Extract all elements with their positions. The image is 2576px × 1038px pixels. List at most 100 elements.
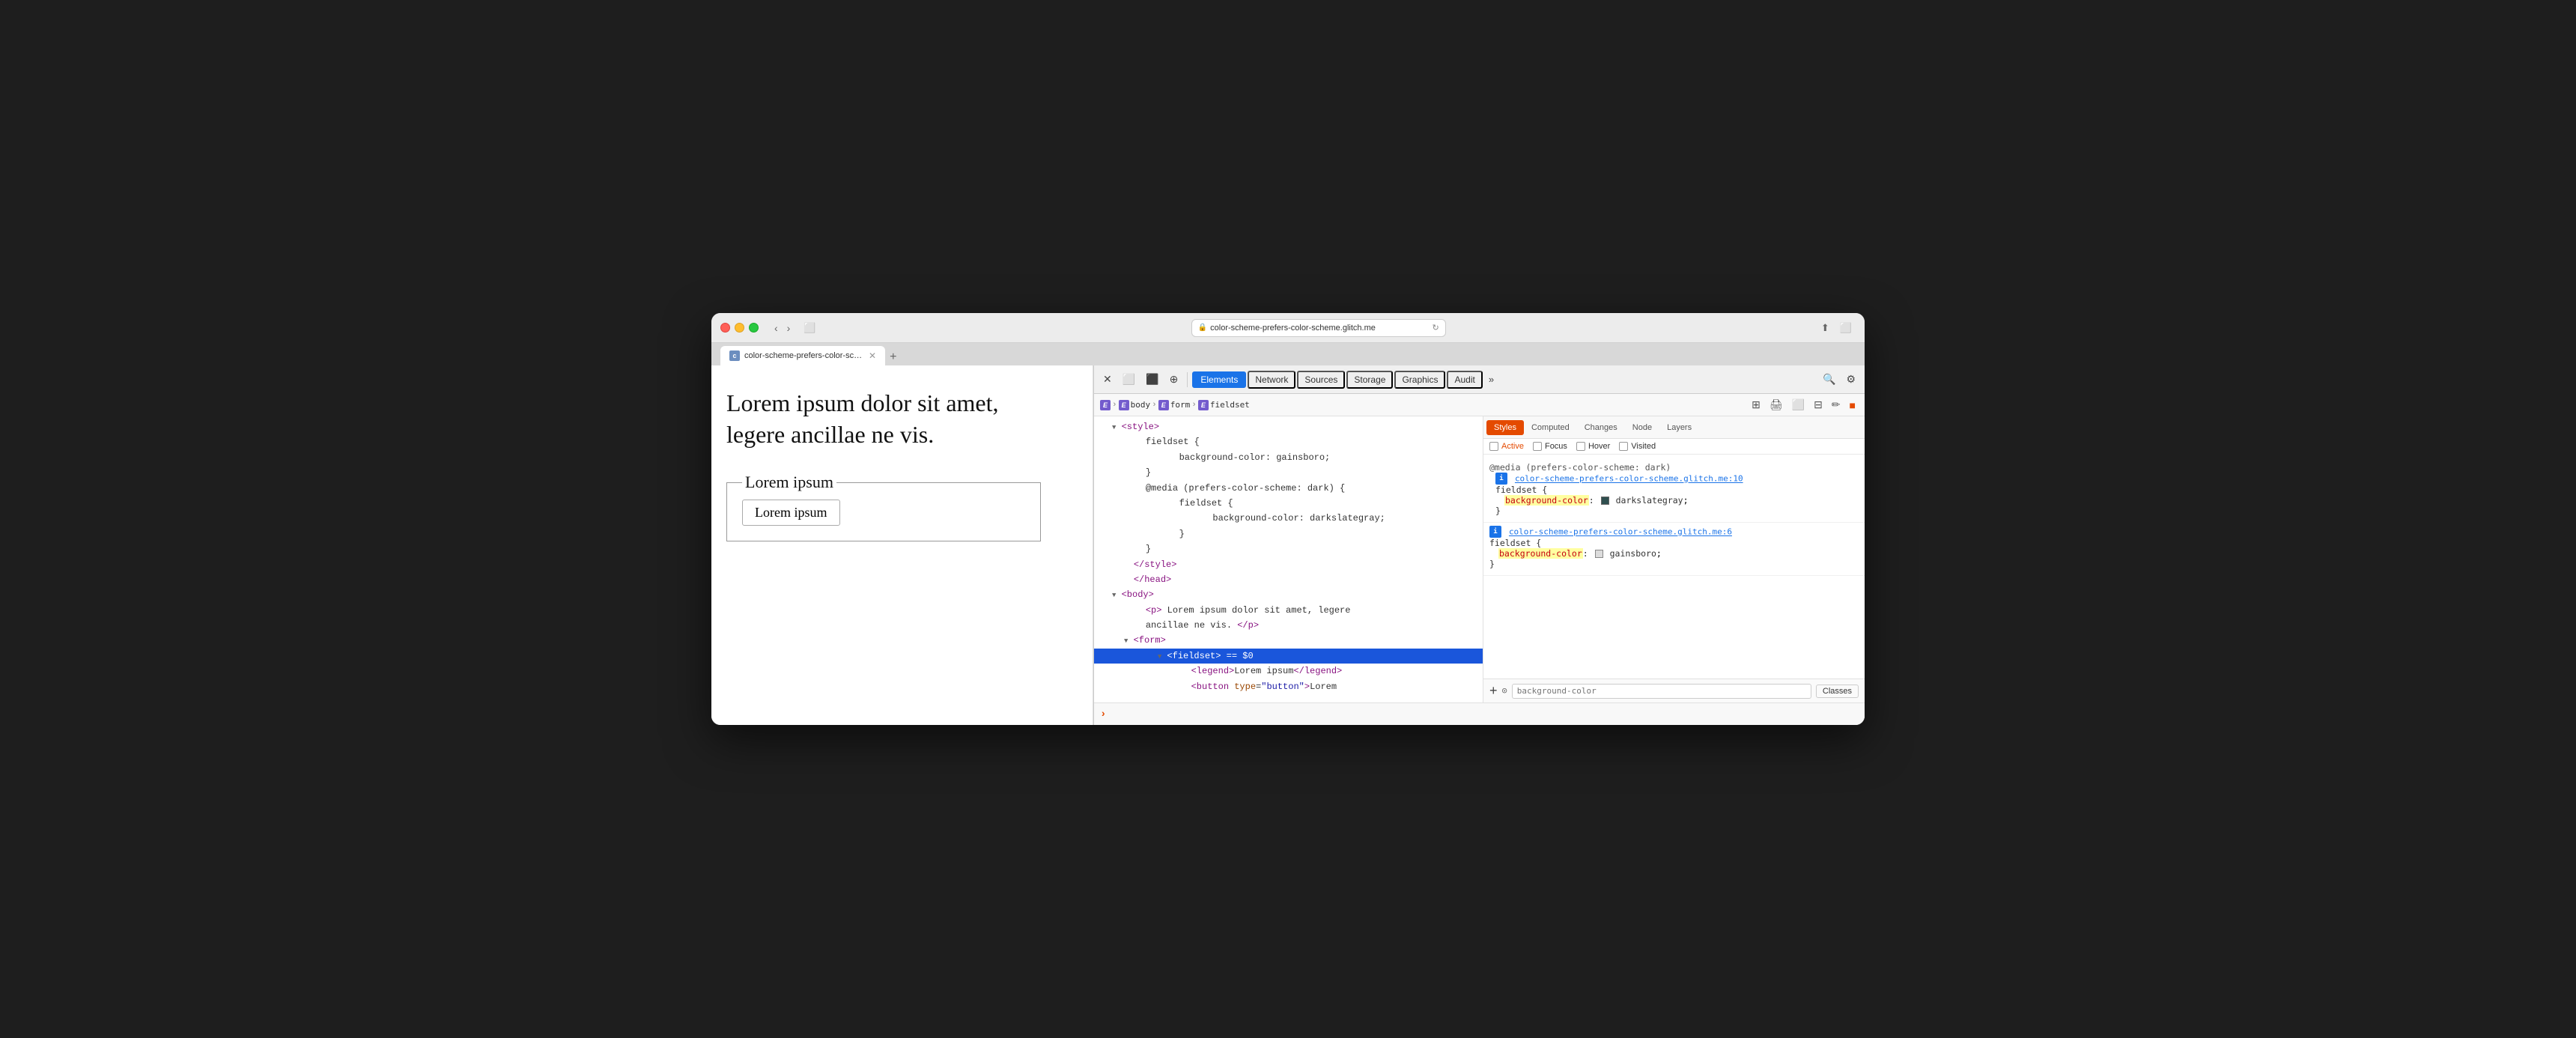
visited-checkbox[interactable] [1619,442,1628,451]
devtools-tab-network[interactable]: Network [1248,371,1295,389]
devtools-close-button[interactable]: ✕ [1099,370,1117,389]
breadcrumb-arrow-1: › [1112,401,1117,410]
forward-button[interactable]: › [783,321,795,336]
breadcrumb-color-button[interactable]: ■ [1847,398,1859,413]
css-source-line: i color-scheme-prefers-color-scheme.glit… [1495,473,1859,485]
tab-close-button[interactable]: ✕ [869,350,876,361]
css-brace-2: } [1489,559,1495,569]
devtools-dock-button[interactable]: ⬜ [1118,370,1140,389]
html-line: ▼ <style> [1094,419,1483,434]
address-bar-container: 🔒 color-scheme-prefers-color-scheme.glit… [826,319,1811,337]
element-icon-fieldset: E [1198,400,1209,410]
tab-bar: c color-scheme-prefers-color-scheme.glit… [711,343,1865,365]
breadcrumb-item-body[interactable]: E body [1119,400,1151,410]
devtools-search-button[interactable]: 🔍 [1818,370,1840,389]
breadcrumb-pen-button[interactable]: ✏ [1829,397,1844,413]
html-panel[interactable]: ▼ <style> fieldset { background-color: g… [1094,416,1483,702]
css-source-link-2[interactable]: color-scheme-prefers-color-scheme.glitch… [1509,527,1732,537]
css-rule-fieldset: i color-scheme-prefers-color-scheme.glit… [1483,523,1865,576]
css-rules[interactable]: @media (prefers-color-scheme: dark) i co… [1483,455,1865,679]
css-value-2: gainsboro [1610,548,1656,559]
css-selector-line-1: fieldset { [1495,485,1859,495]
breadcrumb-item-e1[interactable]: E [1100,400,1111,410]
css-selector-line-2: fieldset { [1489,538,1859,548]
css-source-line-2: i color-scheme-prefers-color-scheme.glit… [1489,526,1859,538]
html-line: ▼ <body> [1094,587,1483,602]
devtools-tab-elements[interactable]: Elements [1192,371,1246,388]
devtools-undock-button[interactable]: ⬛ [1141,370,1163,389]
tab-styles[interactable]: Styles [1486,420,1524,435]
pseudo-visited: Visited [1619,442,1656,451]
webpage-paragraph: Lorem ipsum dolor sit amet,legere ancill… [726,388,1078,450]
visited-label: Visited [1631,442,1656,451]
webpage-button[interactable]: Lorem ipsum [742,500,840,526]
css-close-2: } [1489,559,1859,569]
breadcrumb-tag-body: body [1131,400,1151,410]
css-color-swatch-2 [1595,550,1603,558]
classes-button[interactable]: Classes [1816,685,1859,698]
css-semicolon-2: ; [1656,548,1662,559]
devtools-tab-audit[interactable]: Audit [1447,371,1482,389]
browser-tab[interactable]: c color-scheme-prefers-color-scheme.glit… [720,346,885,365]
devtools-tab-graphics[interactable]: Graphics [1394,371,1445,389]
address-bar[interactable]: 🔒 color-scheme-prefers-color-scheme.glit… [1191,319,1446,337]
devtools-tab-storage[interactable]: Storage [1346,371,1393,389]
css-prop-highlight-2: background-color [1498,548,1583,559]
html-line-selected[interactable]: ▼ <fieldset> == $0 [1094,649,1483,664]
css-at-rule-text: @media (prefers-color-scheme: dark) [1489,462,1671,473]
maximize-traffic-light[interactable] [749,323,759,333]
pseudo-states: Active Focus Hover Visited [1483,439,1865,455]
nav-buttons: ‹ › [771,321,794,336]
breadcrumb-item-form[interactable]: E form [1158,400,1191,410]
css-rule-inner: i color-scheme-prefers-color-scheme.glit… [1489,473,1859,516]
breadcrumb-arrow-3: › [1191,401,1197,410]
pseudo-focus: Focus [1533,442,1567,451]
active-checkbox[interactable] [1489,442,1498,451]
html-line: </style> [1094,557,1483,572]
breadcrumb-print-button[interactable]: 🖨 [1767,397,1786,413]
sidebar-toggle-button[interactable]: ⬜ [800,321,819,336]
title-bar: ‹ › ⬜ 🔒 color-scheme-prefers-color-schem… [711,313,1865,343]
devtools-inspect-button[interactable]: ⊕ [1165,370,1183,389]
breadcrumb-grid-button[interactable]: ⊞ [1749,397,1764,413]
tab-changes[interactable]: Changes [1577,420,1625,435]
css-property-1: background-color [1504,495,1589,506]
css-source-link-1[interactable]: color-scheme-prefers-color-scheme.glitch… [1515,474,1743,484]
element-icon-body: E [1119,400,1129,410]
css-icon-2[interactable]: i [1489,526,1501,538]
pseudo-hover: Hover [1576,442,1610,451]
breadcrumb-item-fieldset[interactable]: E fieldset [1198,400,1250,410]
minimize-traffic-light[interactable] [735,323,744,333]
new-tab-button[interactable]: + [885,350,901,364]
breadcrumb-bar: E › E body › E form › E fieldset [1094,394,1865,416]
tab-node[interactable]: Node [1625,420,1659,435]
tab-computed[interactable]: Computed [1524,420,1577,435]
browser-window: ‹ › ⬜ 🔒 color-scheme-prefers-color-schem… [711,313,1865,725]
refresh-icon[interactable]: ↻ [1433,323,1439,333]
add-property-input[interactable] [1512,684,1811,699]
devtools-more-button[interactable]: » [1484,372,1498,386]
console-bar: › [1094,702,1865,725]
tab-layers[interactable]: Layers [1659,420,1699,435]
title-bar-right: ⬆ ⬜ [1817,321,1856,336]
add-property-button[interactable]: + [1489,683,1498,699]
css-properties-2: background-color: gainsboro; [1489,548,1859,559]
focus-checkbox[interactable] [1533,442,1542,451]
devtools-settings-button[interactable]: ⚙ [1841,370,1860,389]
back-button[interactable]: ‹ [771,321,782,336]
css-selector-1: fieldset { [1495,485,1547,495]
new-window-button[interactable]: ⬜ [1836,321,1856,336]
active-label: Active [1501,442,1524,451]
html-line: fieldset { [1094,496,1483,511]
html-line: ▼ <form> [1094,633,1483,648]
breadcrumb-layout-button[interactable]: ⊟ [1811,397,1826,413]
add-property-bar: + ⊙ Classes [1483,679,1865,702]
share-button[interactable]: ⬆ [1817,321,1833,336]
breadcrumb-box-button[interactable]: ⬜ [1789,397,1808,413]
hover-checkbox[interactable] [1576,442,1585,451]
html-line: background-color: darkslategray; [1094,511,1483,526]
devtools-tab-sources[interactable]: Sources [1297,371,1345,389]
css-icon-1[interactable]: i [1495,473,1507,485]
breadcrumb-actions: ⊞ 🖨 ⬜ ⊟ ✏ ■ [1749,397,1859,413]
close-traffic-light[interactable] [720,323,730,333]
